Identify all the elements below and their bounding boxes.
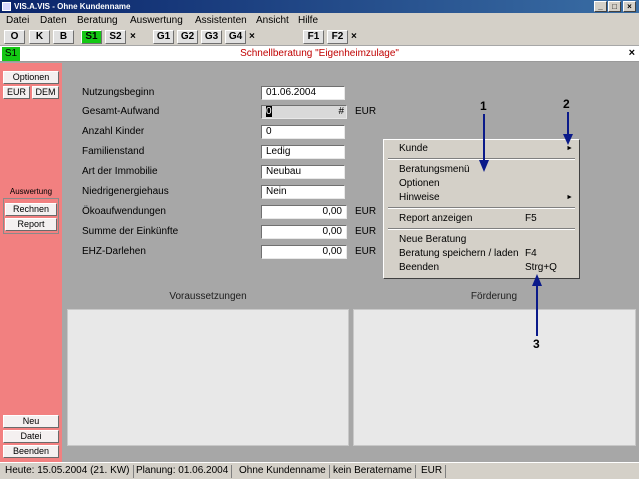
- callout-label-1: 1: [480, 99, 487, 113]
- callout-arrows: [479, 112, 573, 336]
- status-today: Heute: 15.05.2004 (21. KW): [2, 465, 134, 478]
- status-planung: Planung: 01.06.2004: [133, 465, 233, 478]
- callout-label-2: 2: [563, 97, 570, 111]
- status-bar: Heute: 15.05.2004 (21. KW) Planung: 01.0…: [0, 462, 639, 479]
- status-kunde: Ohne Kundenname: [236, 465, 330, 478]
- status-berater: kein Beratername: [330, 465, 416, 478]
- callout-label-3: 3: [533, 337, 540, 351]
- callout-arrowhead-2: [563, 134, 573, 145]
- callout-arrowhead-1: [479, 160, 489, 172]
- callout-arrowhead-3: [532, 274, 542, 286]
- status-currency: EUR: [418, 465, 447, 478]
